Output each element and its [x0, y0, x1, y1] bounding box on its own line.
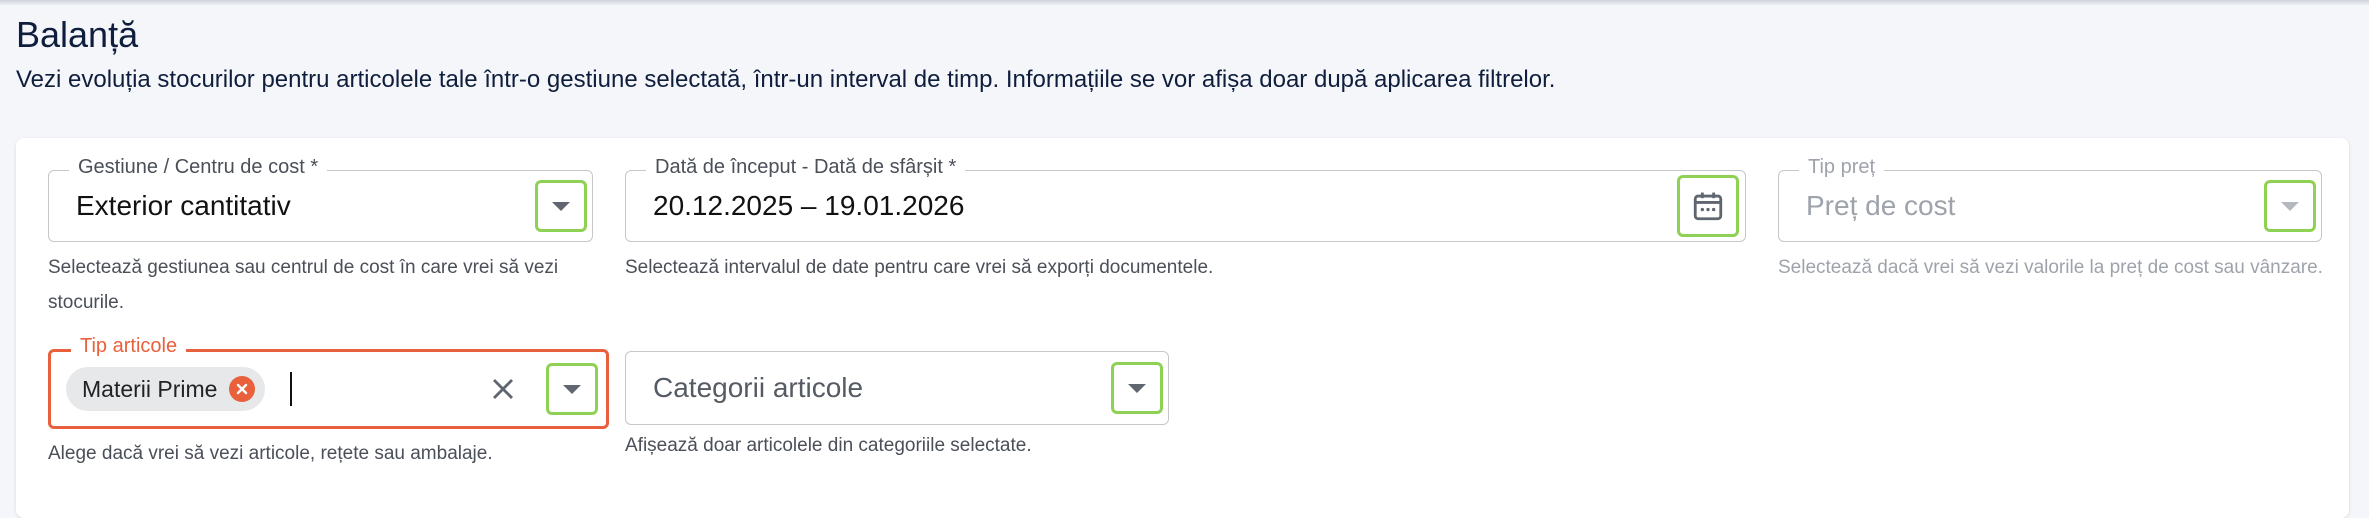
clear-icon[interactable]: [489, 375, 517, 403]
tip-articole-select[interactable]: Tip articole Materii Prime: [48, 335, 609, 429]
chevron-down-icon: [552, 201, 570, 211]
date-range-input[interactable]: Dată de început - Dată de sfârșit * 20.1…: [625, 156, 1746, 242]
tip-pret-value: Preț de cost: [1806, 190, 1956, 221]
selected-chip: Materii Prime: [66, 367, 266, 411]
tip-pret-dropdown-button[interactable]: [2264, 180, 2316, 232]
tip-articole-label: Tip articole: [71, 335, 187, 358]
tip-articole-helper: Alege dacă vrei să vezi articole, rețete…: [48, 443, 493, 464]
gestiune-select[interactable]: Gestiune / Centru de cost * Exterior can…: [48, 156, 593, 242]
page-subtitle: Vezi evoluția stocurilor pentru articole…: [16, 66, 1556, 93]
categorii-select[interactable]: Categorii articole: [625, 351, 1169, 425]
tip-articole-dropdown-button[interactable]: [546, 363, 598, 415]
categorii-dropdown-button[interactable]: [1111, 362, 1163, 414]
tip-pret-label: Tip preț: [1799, 156, 1885, 179]
categorii-placeholder: Categorii articole: [653, 372, 864, 403]
gestiune-label: Gestiune / Centru de cost *: [69, 156, 328, 179]
page-title: Balanță: [16, 14, 139, 55]
chip-label: Materii Prime: [82, 375, 218, 402]
close-icon: [237, 383, 248, 395]
categorii-helper: Afișează doar articolele din categoriile…: [625, 435, 1032, 456]
chevron-down-icon: [563, 384, 581, 394]
chevron-down-icon: [2281, 201, 2299, 211]
chevron-down-icon: [1128, 383, 1146, 393]
filters-card: Gestiune / Centru de cost * Exterior can…: [16, 138, 2349, 518]
calendar-button[interactable]: [1677, 175, 1739, 237]
top-shadow: [0, 0, 2369, 6]
date-range-label: Dată de început - Dată de sfârșit *: [646, 156, 966, 179]
calendar-icon: [1693, 192, 1723, 221]
tip-pret-helper: Selectează dacă vrei să vezi valorile la…: [1778, 257, 2323, 278]
gestiune-helper: Selectează gestiunea sau centrul de cost…: [48, 257, 559, 313]
gestiune-value: Exterior cantitativ: [76, 190, 291, 221]
text-cursor: [290, 372, 292, 406]
tip-pret-select[interactable]: Tip preț Preț de cost: [1778, 156, 2322, 242]
date-range-helper: Selectează intervalul de date pentru car…: [625, 257, 1214, 278]
gestiune-dropdown-button[interactable]: [535, 180, 587, 232]
chip-remove-button[interactable]: [229, 376, 256, 402]
date-range-value: 20.12.2025 – 19.01.2026: [653, 190, 965, 221]
